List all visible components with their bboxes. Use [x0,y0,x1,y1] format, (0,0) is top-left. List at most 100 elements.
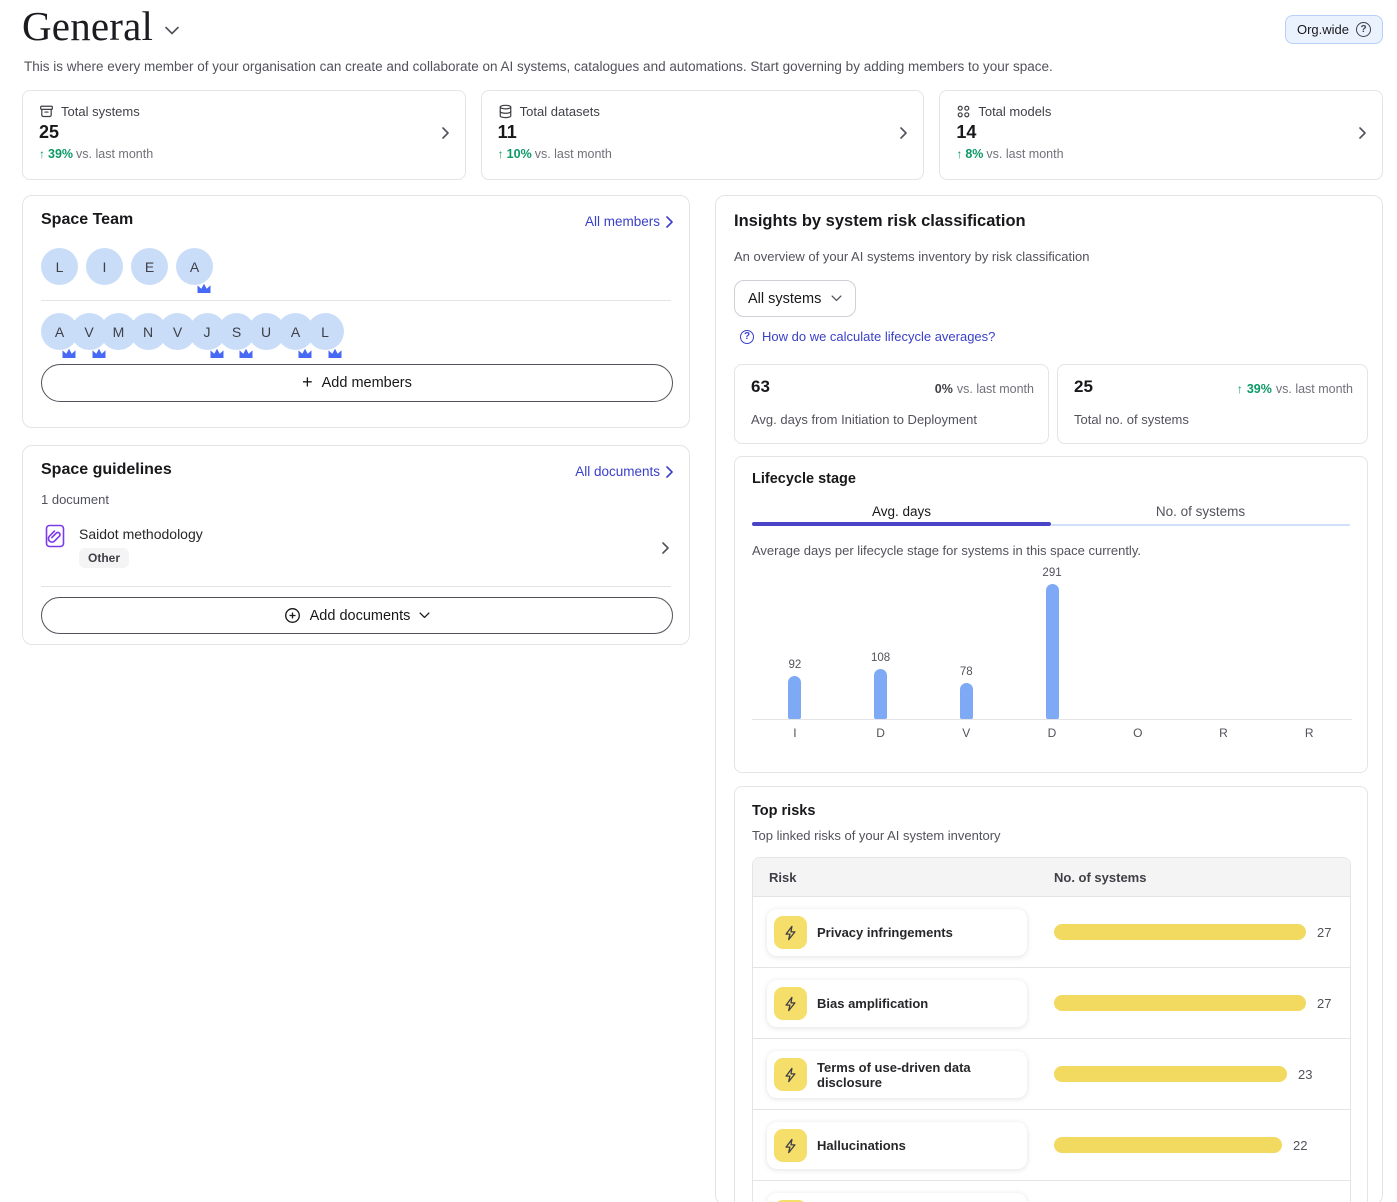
up-arrow-icon: ↑ [39,147,45,161]
risk-bar [1054,924,1306,940]
avatar-initial: E [145,259,154,275]
chevron-down-icon [165,26,179,35]
stat-change: ↑8%vs. last month [956,147,1366,161]
dashboard-page: General Org.wide ? This is where every m… [0,0,1397,1202]
x-axis-label: D [1009,726,1095,740]
document-tag: Other [79,548,129,568]
stat-card-total-systems[interactable]: Total systems25↑39%vs. last month [22,90,466,180]
plus-icon: + [302,372,313,393]
top-risks-title: Top risks [752,803,815,819]
avg-days-label: Avg. days from Initiation to Deployment [751,412,977,427]
risk-label-card[interactable] [767,1193,1027,1202]
lightning-icon [783,925,799,941]
chevron-right-icon [900,127,907,139]
risk-row: Terms of use-driven data disclosure23 [753,1038,1350,1109]
datasets-icon [498,104,513,119]
bar-value-label: 108 [871,652,890,664]
up-arrow-icon: ↑ [1237,382,1243,396]
avatar-e[interactable]: E [131,248,168,285]
x-axis-label: R [1181,726,1267,740]
org-wide-label: Org.wide [1297,22,1349,37]
avg-days-change: 0% vs. last month [935,382,1034,396]
risk-bar [1054,1137,1282,1153]
stat-label: Total models [956,104,1366,119]
space-team-title: Space Team [41,211,133,229]
document-row[interactable]: Saidot methodology Other [41,520,671,578]
owner-crown-icon [209,347,225,359]
chevron-down-icon [419,612,430,619]
risk-icon [774,987,807,1020]
lightning-icon [783,1067,799,1083]
risk-bar [1054,1066,1287,1082]
tab-avg-days[interactable]: Avg. days [752,497,1051,526]
models-icon [956,104,971,119]
stat-change: ↑10%vs. last month [498,147,908,161]
avatar-initial: V [84,324,93,340]
lifecycle-help-link[interactable]: ? How do we calculate lifecycle averages… [740,329,995,344]
chevron-right-icon [1359,126,1366,144]
chart-column: 92 [752,565,838,719]
lightning-icon [783,996,799,1012]
risk-label-card[interactable]: Terms of use-driven data disclosure [767,1051,1027,1098]
help-icon: ? [740,330,754,344]
divider [41,300,671,301]
chevron-right-icon [666,216,673,228]
avatar-i[interactable]: I [86,248,123,285]
chart-subtitle: Average days per lifecycle stage for sys… [752,543,1141,558]
x-axis-label: D [838,726,924,740]
top-risks-subtitle: Top linked risks of your AI system inven… [752,828,1001,843]
chart-bar [1046,584,1059,719]
systems-filter-dropdown[interactable]: All systems [734,280,856,317]
divider [41,586,671,587]
space-team-card: Space Team All members LIEA AVMNVJSUAL +… [22,195,690,428]
risk-label-card[interactable]: Hallucinations [767,1122,1027,1169]
chart-column: 78 [923,565,1009,719]
risk-label-card[interactable]: Bias amplification [767,980,1027,1027]
bar-value-label: 92 [788,659,801,671]
all-documents-link[interactable]: All documents [575,464,673,479]
top-risks-header: Risk No. of systems [753,858,1350,896]
bar-value-label: 291 [1042,567,1061,579]
stat-card-total-datasets[interactable]: Total datasets11↑10%vs. last month [481,90,925,180]
column-no-of-systems: No. of systems [1054,870,1146,885]
avatar-l[interactable]: L [307,313,344,350]
help-icon[interactable]: ? [1356,22,1371,37]
risk-name: Bias amplification [817,996,928,1011]
avg-days-stat: 63 0% vs. last month Avg. days from Init… [734,364,1049,444]
owner-crown-icon [61,347,77,359]
all-members-link[interactable]: All members [585,214,673,229]
team-avatar-row-2: AVMNVJSUAL [41,313,344,350]
chart-bar [960,683,973,719]
risk-row: Privacy infringements27 [753,896,1350,967]
chart-column: 108 [838,565,924,719]
insights-subtitle: An overview of your AI systems inventory… [734,249,1089,264]
circle-plus-icon [284,607,301,624]
avatar-initial: L [321,324,329,340]
add-documents-button[interactable]: Add documents [41,597,673,634]
lightning-icon [783,1138,799,1154]
stat-label: Total datasets [498,104,908,119]
lifecycle-tabs: Avg. days No. of systems [752,497,1350,526]
page-description: This is where every member of your organ… [24,59,1053,74]
x-axis-label: R [1266,726,1352,740]
insights-panel: Insights by system risk classification A… [715,195,1383,1202]
x-axis-label: I [752,726,838,740]
org-wide-badge[interactable]: Org.wide ? [1285,15,1383,44]
add-members-button[interactable]: + Add members [41,364,673,402]
team-avatar-row-1: LI E A [41,248,213,285]
avatar-l[interactable]: L [41,248,78,285]
chart-x-labels: IDVDORR [752,726,1352,740]
tab-no-of-systems[interactable]: No. of systems [1051,497,1350,526]
chevron-right-icon [666,466,673,478]
tab-underline [1051,524,1350,526]
page-title[interactable]: General [22,2,179,50]
chart-column: 291 [1009,565,1095,719]
chevron-right-icon [442,127,449,139]
lifecycle-title: Lifecycle stage [752,471,856,487]
risk-label-card[interactable]: Privacy infringements [767,909,1027,956]
stat-card-total-models[interactable]: Total models14↑8%vs. last month [939,90,1383,180]
avatar-initial: A [291,324,300,340]
chevron-right-icon [442,126,449,144]
risk-row-partial [753,1180,1350,1202]
avatar-a[interactable]: A [176,248,213,285]
